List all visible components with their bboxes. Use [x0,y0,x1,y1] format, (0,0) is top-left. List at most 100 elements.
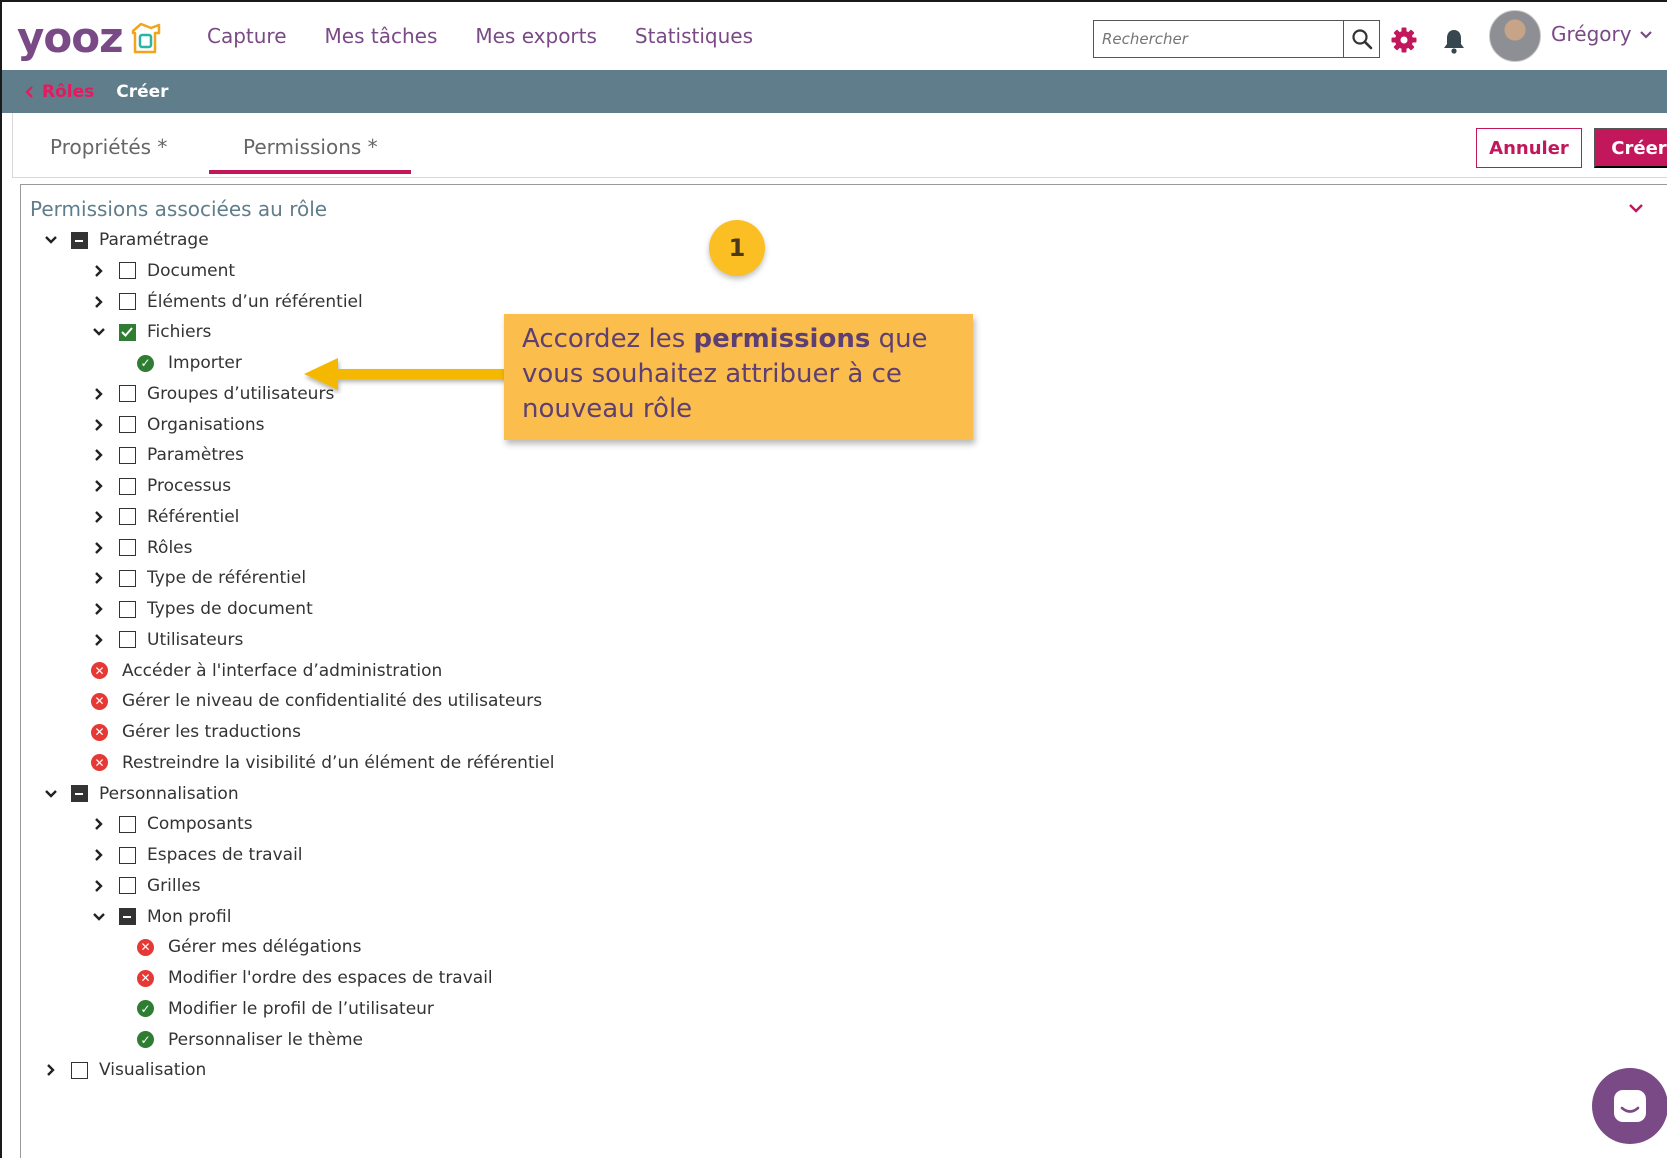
chevron-right-icon[interactable] [91,509,107,525]
checkbox[interactable] [119,846,136,864]
chevron-right-icon[interactable] [91,263,107,279]
tree-row[interactable]: Visualisation [43,1055,206,1085]
checkbox[interactable] [119,539,136,556]
chevron-right-icon[interactable] [91,386,107,402]
gear-icon[interactable] [1390,26,1418,54]
tree-label: Utilisateurs [147,629,244,650]
chevron-down-icon[interactable] [43,786,59,802]
tree-label: Document [147,260,236,281]
checkbox[interactable] [71,1061,88,1079]
chat-button[interactable] [1592,1068,1667,1144]
checkbox[interactable] [119,262,136,280]
chevron-right-icon[interactable] [91,878,107,894]
tree-row[interactable]: Espaces de travail [91,840,303,870]
tree-row[interactable]: Groupes d’utilisateurs [91,379,334,409]
checkbox[interactable] [119,477,136,495]
tree-row[interactable]: Grilles [91,871,201,901]
checkbox[interactable] [71,231,88,249]
chevron-right-icon[interactable] [91,816,107,832]
breadcrumb-back-label: Rôles [42,81,95,102]
check-circle-icon[interactable]: ✓ [137,1031,154,1048]
chevron-down-icon[interactable] [91,324,107,340]
nav-capture[interactable]: Capture [207,24,287,48]
tree-row[interactable]: Éléments d’un référentiel [91,287,363,317]
tab-proprietes[interactable]: Propriétés * [50,135,167,159]
panel-title: Permissions associées au rôle [30,197,328,221]
tree-row[interactable]: ✕ Gérer mes délégations [137,932,361,962]
x-circle-icon[interactable]: ✕ [91,662,108,679]
chevron-right-icon[interactable] [91,294,107,310]
checkbox[interactable] [119,877,136,895]
nav-mes-taches[interactable]: Mes tâches [325,24,438,48]
checkbox[interactable] [119,631,136,649]
tree-row[interactable]: ✓ Modifier le profil de l’utilisateur [137,994,434,1024]
breadcrumb-back-link[interactable]: Rôles [24,82,94,102]
chevron-right-icon[interactable] [91,417,107,433]
x-circle-icon[interactable]: ✕ [91,754,108,772]
tree-row[interactable]: Fichiers [91,317,211,347]
search-button[interactable] [1343,21,1379,57]
chevron-right-icon[interactable] [91,478,107,494]
tree-row[interactable]: ✕ Gérer les traductions [91,717,301,747]
nav-mes-exports[interactable]: Mes exports [475,24,597,48]
tree-row[interactable]: Rôles [91,533,193,563]
checkbox[interactable] [119,600,136,618]
tree-row[interactable]: Processus [91,471,231,501]
checkbox[interactable] [119,446,136,464]
tree-row[interactable]: ✓ Importer [137,348,242,378]
chevron-right-icon[interactable] [91,847,107,863]
x-circle-icon[interactable]: ✕ [137,938,154,956]
chevron-right-icon[interactable] [43,1062,59,1078]
tree-row[interactable]: Composants [91,809,253,839]
tree-row[interactable]: Mon profil [91,902,232,932]
tree-row[interactable]: ✕ Gérer le niveau de confidentialité des … [91,686,542,716]
checkbox[interactable] [119,416,136,433]
tree-row[interactable]: Utilisateurs [91,625,243,655]
bell-icon[interactable] [1442,28,1466,54]
tab-permissions[interactable]: Permissions * [243,135,378,159]
tree-row[interactable]: ✕ Accéder à l'interface d’administration [91,656,442,686]
x-circle-icon[interactable]: ✕ [91,692,108,710]
create-button[interactable]: Créer [1594,128,1667,168]
tree-row[interactable]: Types de document [91,594,313,624]
user-name[interactable]: Grégory [1551,22,1632,46]
chevron-right-icon[interactable] [91,601,107,617]
chevron-right-icon[interactable] [91,447,107,463]
chevron-down-icon[interactable] [43,232,59,248]
x-circle-icon[interactable]: ✕ [137,969,154,987]
chevron-right-icon[interactable] [91,540,107,556]
checkbox[interactable] [71,785,88,802]
checkbox[interactable] [119,323,136,341]
tree-row[interactable]: Organisations [91,410,264,440]
x-circle-icon[interactable]: ✕ [91,723,108,741]
chevron-right-icon[interactable] [91,632,107,648]
chevron-right-icon[interactable] [91,570,107,586]
checkbox[interactable] [119,815,136,833]
chevron-down-icon[interactable] [1639,28,1653,42]
cancel-button[interactable]: Annuler [1476,128,1582,168]
tree-row[interactable]: Personnalisation [43,779,239,809]
tree-row[interactable]: Paramétrage [43,225,209,255]
check-circle-icon[interactable]: ✓ [137,354,154,372]
tree-row[interactable]: ✕ Modifier l'ordre des espaces de travail [137,963,493,993]
main-nav: Capture Mes tâches Mes exports Statistiq… [207,24,753,48]
tree-row[interactable]: Paramètres [91,440,244,470]
search-icon [1351,29,1372,50]
tree-row[interactable]: ✓ Personnaliser le thème [137,1025,363,1055]
checkbox[interactable] [119,569,136,587]
checkbox[interactable] [119,908,136,925]
collapse-chevron-icon[interactable] [1628,201,1644,215]
nav-statistiques[interactable]: Statistiques [635,24,753,48]
checkbox[interactable] [119,385,136,403]
avatar[interactable] [1489,10,1541,62]
chevron-down-icon[interactable] [91,909,107,925]
search-input[interactable] [1094,21,1343,57]
tree-row[interactable]: Référentiel [91,502,239,532]
checkbox[interactable] [119,508,136,526]
checkbox[interactable] [119,293,136,310]
check-circle-icon[interactable]: ✓ [137,1000,154,1018]
tree-row[interactable]: ✕ Restreindre la visibilité d’un élément … [91,748,555,778]
tree-row[interactable]: Type de référentiel [91,563,306,593]
tree-row[interactable]: Document [91,256,235,286]
logo[interactable]: yooz [17,16,163,60]
